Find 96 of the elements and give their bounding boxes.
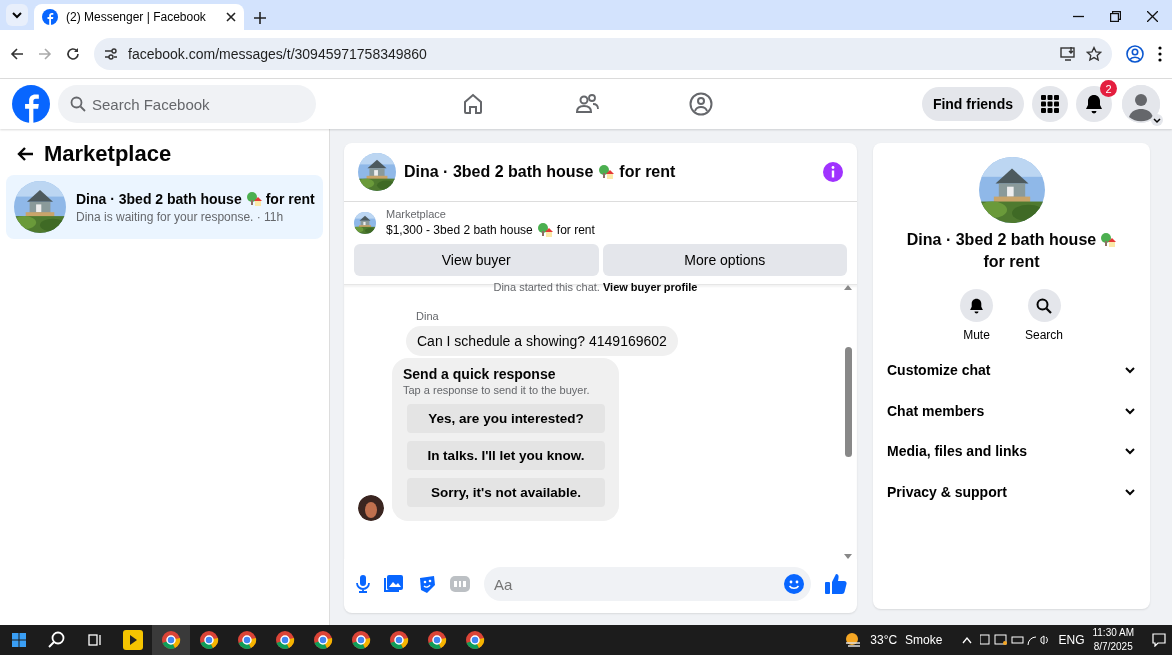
system-tray-drawing[interactable] [980,634,1051,646]
site-settings-icon[interactable] [104,47,118,61]
search-field[interactable]: Search Facebook [58,85,316,123]
restore-icon[interactable] [1110,11,1121,22]
details-section[interactable]: Chat members [887,390,1136,431]
details-section[interactable]: Media, files and links [887,431,1136,472]
sender-name: Dina [416,310,440,322]
temperature: 33°C [870,633,898,647]
close-icon[interactable] [1147,11,1158,22]
apps-grid-icon [1041,95,1059,113]
sidebar-title: Marketplace [44,141,172,167]
start-icon[interactable] [12,633,26,647]
search-icon[interactable] [48,631,66,649]
browser-icon[interactable] [161,630,181,650]
chat-preview: Dina is waiting for your response. · 11h [76,209,285,224]
notifications-button[interactable] [1076,86,1112,122]
reload-icon[interactable] [66,47,80,61]
back-icon[interactable] [16,146,34,162]
browser-icon[interactable] [199,630,219,650]
browser-icon[interactable] [389,630,409,650]
chat-name: for rent [265,190,315,207]
chevron-up-icon[interactable] [962,636,973,644]
menu-button[interactable] [1032,86,1068,122]
thumbs-up-icon[interactable] [825,573,847,595]
house-icon [536,222,553,238]
scroll-down-icon[interactable] [844,554,852,559]
details-section[interactable]: Privacy & support [887,471,1136,512]
view-profile-link[interactable]: View buyer profile [602,281,698,293]
facebook-icon [42,9,58,25]
listing-label: Marketplace [386,208,447,220]
listing-action-button[interactable]: More options [602,244,847,276]
system-note: Dina started this chat. View buyer profile [492,282,699,292]
listing-title: $1,300 - 3bed 2 bath house [386,223,533,237]
listing-title: for rent [556,223,595,237]
address-bar[interactable]: facebook.com/messages/t/30945971758349860 [94,38,1112,70]
weather-icon[interactable] [844,631,863,649]
facebook-logo[interactable] [12,85,50,123]
browser-icon[interactable] [465,630,485,650]
chat-list-item[interactable]: Dina · 3bed 2 bath house for rent Dina is waiting for your response. · 11h [6,175,323,239]
avatar-icon [1122,85,1160,123]
menu-icon[interactable] [1158,46,1162,62]
scrollbar-thumb[interactable] [844,347,852,457]
notification-badge: 2 [1100,80,1117,97]
weather-text: Smoke [905,633,943,647]
search-icon [1036,297,1052,314]
avatar-icon [358,495,384,521]
find-friends-button[interactable]: Find friends [921,87,1024,121]
quick-reply-button[interactable]: Yes, are you interested? [407,404,605,433]
browser-icon[interactable] [275,630,295,650]
scroll-up-icon[interactable] [844,285,852,290]
listing-action-button[interactable]: View buyer [354,244,599,276]
sticker-icon[interactable] [418,575,436,593]
emoji-icon[interactable] [784,574,804,594]
browser-icon[interactable] [351,630,371,650]
new-tab-icon[interactable] [254,12,266,24]
back-icon[interactable] [10,47,24,61]
bell-icon [1085,94,1103,114]
bell-icon [969,297,984,314]
star-icon[interactable] [1086,46,1102,62]
quick-reply-button[interactable]: In talks. I'll let you know. [407,441,605,470]
player-icon[interactable] [123,630,143,650]
browser-tab[interactable]: (2) Messenger | Facebook [34,4,244,30]
browser-icon[interactable] [313,630,333,650]
profile-icon[interactable] [1126,45,1144,63]
tab-list-button[interactable] [6,4,28,26]
image-icon[interactable] [384,575,404,593]
task-view-icon[interactable] [88,634,102,646]
chat-title: Dina · 3bed 2 bath house [404,163,594,181]
house-icon [1100,232,1117,248]
message-bubble: Can I schedule a showing? 4149169602 [406,326,678,356]
browser-icon[interactable] [237,630,257,650]
close-icon[interactable] [226,12,236,22]
quick-response-hint: Tap a response to send it to the buyer. [403,384,591,396]
language-indicator[interactable]: ENG [1058,633,1085,647]
chevron-down-icon [1151,114,1163,126]
home-icon[interactable] [461,92,485,116]
message-field[interactable]: Aa [484,567,811,601]
quick-reply-button[interactable]: Sorry, it's not available. [407,478,605,507]
info-icon[interactable] [823,162,843,182]
chat-name: Dina · 3bed 2 bath house [76,190,242,207]
conversation-name: Dina · 3bed 2 bath house [906,231,1097,249]
quick-response-title: Send a quick response [403,366,557,382]
house-icon [598,164,615,180]
friends-icon[interactable] [575,92,599,116]
notification-icon[interactable] [1152,633,1166,647]
groups-icon[interactable] [689,92,713,116]
browser-icon[interactable] [427,630,447,650]
chevron-down-icon [11,9,23,21]
details-section[interactable]: Customize chat [887,350,1136,391]
conversation-name: for rent [983,253,1040,271]
account-button[interactable] [1122,85,1160,123]
chat-title: for rent [619,163,676,181]
microphone-icon[interactable] [356,575,370,593]
clock[interactable]: 11:30 AM 8/7/2025 [1092,626,1134,654]
house-icon [245,190,262,207]
install-icon[interactable] [1060,46,1076,62]
